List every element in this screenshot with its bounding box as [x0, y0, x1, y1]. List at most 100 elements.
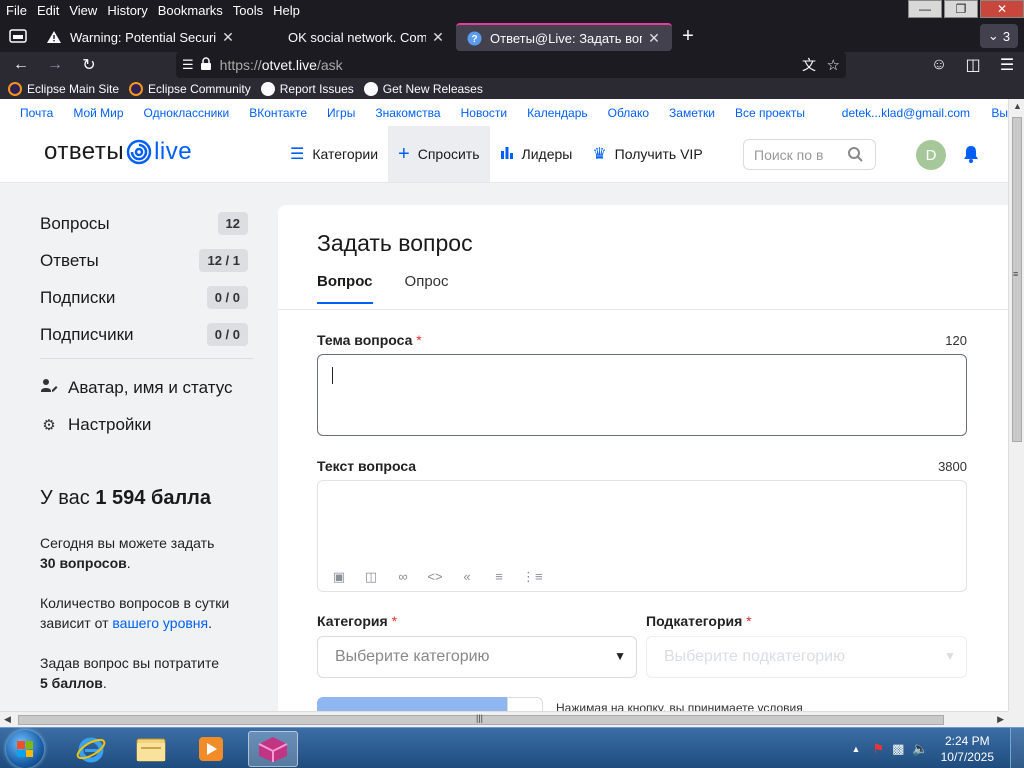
- user-email[interactable]: detek...klad@gmail.com: [842, 106, 970, 120]
- link-icon[interactable]: ∞: [394, 569, 412, 585]
- sidebar-item-subscriptions[interactable]: Подписки 0 / 0: [40, 286, 248, 309]
- portal-link-calendar[interactable]: Календарь: [527, 106, 588, 120]
- bookmark-eclipse-community[interactable]: Eclipse Community: [129, 81, 251, 96]
- back-button[interactable]: ←: [4, 52, 38, 78]
- taskbar-explorer[interactable]: [126, 731, 176, 767]
- sidebar-item-subscribers[interactable]: Подписчики 0 / 0: [40, 323, 248, 346]
- numbered-list-icon[interactable]: ≡: [490, 569, 508, 585]
- tab-question[interactable]: Вопрос: [317, 273, 373, 304]
- firefox-view-button[interactable]: [0, 20, 36, 52]
- taskbar-firefox[interactable]: [248, 731, 298, 767]
- sidebar-item-questions[interactable]: Вопросы 12: [40, 212, 248, 235]
- nav-categories[interactable]: ☰ Категории: [280, 126, 388, 182]
- site-logo[interactable]: ответы live: [44, 138, 192, 166]
- portal-link-notes[interactable]: Заметки: [669, 106, 715, 120]
- url-bar[interactable]: ☰ https://otvet.live/ask 文 ☆: [176, 52, 846, 78]
- sidebar-link-settings[interactable]: ⚙ Настройки: [40, 415, 151, 435]
- scroll-right-arrow-icon[interactable]: ▶: [997, 714, 1004, 725]
- close-tab-icon[interactable]: ✕: [646, 30, 662, 47]
- code-icon[interactable]: <>: [426, 569, 444, 585]
- portal-link-mail[interactable]: Почта: [20, 106, 53, 120]
- horizontal-scrollbar[interactable]: ◀ ||| ▶: [0, 711, 1008, 727]
- portal-link-games[interactable]: Игры: [327, 106, 355, 120]
- portal-link-my-world[interactable]: Мой Мир: [73, 106, 123, 120]
- nav-get-vip[interactable]: ♛ Получить VIP: [582, 126, 712, 182]
- portal-link-news[interactable]: Новости: [461, 106, 507, 120]
- clock[interactable]: 2:24 PM 10/7/2025: [941, 733, 994, 765]
- bookmark-report-issues[interactable]: Report Issues: [260, 81, 354, 96]
- quote-icon[interactable]: «: [458, 569, 476, 585]
- bookmark-get-new-releases[interactable]: Get New Releases: [363, 81, 483, 96]
- category-select[interactable]: Выберите категорию ▼: [317, 636, 637, 678]
- extensions-button[interactable]: ◫: [956, 52, 990, 78]
- forward-button[interactable]: →: [38, 52, 72, 78]
- show-desktop-button[interactable]: [1010, 728, 1024, 768]
- video-icon[interactable]: ◫: [362, 569, 380, 585]
- subcategory-label: Подкатегория *: [646, 613, 752, 629]
- menu-history[interactable]: History: [102, 3, 152, 18]
- list-all-tabs-button[interactable]: ⌄ 3: [980, 24, 1018, 48]
- new-tab-button[interactable]: +: [672, 25, 704, 48]
- star-bookmark-icon[interactable]: ☆: [827, 56, 840, 74]
- publish-button[interactable]: [317, 697, 507, 711]
- scroll-thumb[interactable]: [1012, 117, 1022, 442]
- close-tab-icon[interactable]: ✕: [430, 29, 446, 46]
- nav-ask[interactable]: + Спросить: [388, 126, 490, 182]
- volume-muted-icon[interactable]: 🔈: [912, 741, 928, 757]
- nav-leaders[interactable]: Лидеры: [490, 126, 583, 182]
- image-icon[interactable]: ▣: [330, 569, 348, 585]
- taskbar-ie[interactable]: [66, 731, 116, 767]
- close-window-button[interactable]: ✕: [980, 0, 1024, 18]
- menu-edit[interactable]: Edit: [32, 3, 64, 18]
- publish-options-button[interactable]: [507, 697, 543, 711]
- tab-security-warning[interactable]: Warning: Potential Security Risk ✕: [36, 23, 246, 51]
- reload-button[interactable]: ↻: [72, 52, 106, 78]
- bookmark-label: Eclipse Community: [148, 81, 251, 96]
- portal-link-cloud[interactable]: Облако: [608, 106, 649, 120]
- question-text-editor[interactable]: ▣ ◫ ∞ <> « ≡ ⋮≡: [317, 480, 967, 592]
- bookmark-eclipse-main[interactable]: Eclipse Main Site: [8, 81, 119, 96]
- menu-view[interactable]: View: [64, 3, 102, 18]
- tab-otvet-ask[interactable]: ? Ответы@Live: Задать вопрос ✕: [456, 23, 672, 51]
- account-button[interactable]: ☺: [922, 52, 956, 78]
- menu-help[interactable]: Help: [268, 3, 305, 18]
- start-button[interactable]: [6, 730, 44, 768]
- url-scheme: https://: [219, 57, 262, 73]
- level-link[interactable]: вашего уровня: [112, 615, 208, 631]
- scroll-left-arrow-icon[interactable]: ◀: [4, 714, 11, 725]
- search-input[interactable]: Поиск по в: [743, 139, 876, 170]
- menu-tools[interactable]: Tools: [228, 3, 268, 18]
- puzzle-icon: ◫: [965, 57, 981, 74]
- vertical-scrollbar[interactable]: ▲ ≡: [1008, 99, 1024, 711]
- show-hidden-icons-icon[interactable]: ▲: [852, 744, 861, 754]
- logout-link[interactable]: Вы: [991, 106, 1008, 120]
- portal-link-vk[interactable]: ВКонтакте: [249, 106, 307, 120]
- maximize-button[interactable]: ❐: [944, 0, 978, 18]
- action-center-flag-icon[interactable]: ⚑: [872, 741, 884, 757]
- minimize-button[interactable]: —: [908, 0, 942, 18]
- menu-bookmarks[interactable]: Bookmarks: [153, 3, 228, 18]
- tracking-shield-icon[interactable]: ☰: [182, 57, 194, 73]
- search-icon[interactable]: [847, 146, 863, 165]
- app-menu-button[interactable]: ☰: [990, 52, 1024, 78]
- sidebar-link-avatar[interactable]: Аватар, имя и статус: [40, 378, 233, 398]
- network-icon[interactable]: ▩: [892, 741, 904, 757]
- avatar[interactable]: D: [916, 140, 946, 170]
- scroll-up-arrow-icon[interactable]: ▲: [1013, 101, 1022, 111]
- topic-input[interactable]: [317, 354, 967, 436]
- menu-file[interactable]: File: [0, 3, 32, 18]
- lock-icon[interactable]: [200, 56, 212, 74]
- portal-link-ok[interactable]: Одноклассники: [144, 106, 230, 120]
- portal-link-dating[interactable]: Знакомства: [375, 106, 440, 120]
- bell-icon[interactable]: [963, 145, 979, 168]
- tab-ok-social[interactable]: OK social network. Communica ✕: [246, 23, 456, 51]
- subcategory-select[interactable]: Выберите подкатегорию ▼: [646, 636, 967, 678]
- sidebar-item-answers[interactable]: Ответы 12 / 1: [40, 249, 248, 272]
- close-tab-icon[interactable]: ✕: [220, 29, 236, 46]
- translate-icon[interactable]: 文: [802, 55, 816, 75]
- taskbar-media-player[interactable]: [186, 731, 236, 767]
- bullet-list-icon[interactable]: ⋮≡: [522, 569, 543, 585]
- portal-link-all-projects[interactable]: Все проекты: [735, 106, 805, 120]
- tab-poll[interactable]: Опрос: [405, 273, 449, 304]
- info-text: Задав вопрос вы потратите: [40, 655, 220, 671]
